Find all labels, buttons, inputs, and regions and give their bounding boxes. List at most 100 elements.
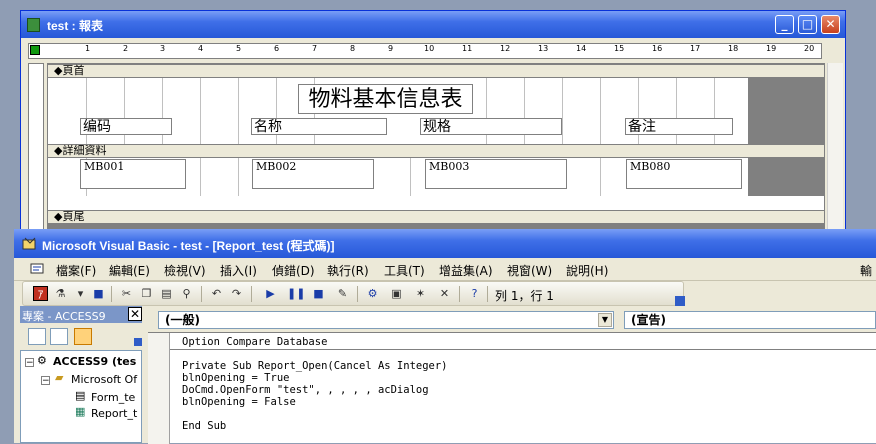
code-line[interactable]: End Sub xyxy=(182,420,226,432)
object-combo[interactable]: (一般) ▼ xyxy=(158,311,614,329)
close-button[interactable]: ✕ xyxy=(821,15,840,34)
copy-icon[interactable]: ❐ xyxy=(139,286,154,301)
label-code[interactable]: 编码 xyxy=(80,118,172,135)
ruler-tick: 20 xyxy=(804,44,815,53)
code-line[interactable]: Private Sub Report_Open(Cancel As Intege… xyxy=(182,360,448,372)
tree-item-objects-folder[interactable]: Microsoft Of xyxy=(71,373,137,386)
report-vertical-scrollbar[interactable] xyxy=(827,63,843,239)
collapse-icon[interactable]: − xyxy=(41,376,50,386)
unused-area xyxy=(748,78,824,144)
ruler-tick: 10 xyxy=(424,44,435,53)
properties-icon[interactable]: ▣ xyxy=(389,286,404,301)
report-title-label[interactable]: 物料基本信息表 xyxy=(298,84,473,114)
ruler-tick: 13 xyxy=(538,44,549,53)
menu-truncated-item[interactable]: 輸 xyxy=(860,262,872,279)
collapse-icon[interactable]: − xyxy=(25,358,34,368)
tree-item-project[interactable]: ACCESS9 (tes xyxy=(53,355,136,368)
view-code-button[interactable] xyxy=(28,328,46,345)
pause-icon[interactable]: ❚❚ xyxy=(287,286,305,301)
code-window-icon[interactable] xyxy=(30,262,44,275)
toolbar-separator xyxy=(487,286,488,302)
insert-module-icon[interactable]: ⚗ xyxy=(53,286,68,301)
code-line[interactable]: Option Compare Database xyxy=(182,336,327,348)
menu-edit[interactable]: 編輯(E) xyxy=(109,262,150,279)
page-footer-band[interactable]: ◆頁尾 xyxy=(48,210,824,224)
field-remark[interactable]: MB080 xyxy=(626,159,742,189)
code-line[interactable]: DoCmd.OpenForm "test", , , , , acDialog xyxy=(182,384,429,396)
vb-titlebar[interactable]: Microsoft Visual Basic - test - [Report_… xyxy=(14,229,876,258)
toolbar-options-chevron-icon[interactable] xyxy=(675,296,685,306)
ruler-tick: 19 xyxy=(766,44,777,53)
paste-icon[interactable]: ▤ xyxy=(159,286,174,301)
tree-item-form[interactable]: Form_te xyxy=(91,391,135,404)
menu-insert[interactable]: 插入(I) xyxy=(220,262,257,279)
page-header-band[interactable]: ◆頁首 xyxy=(48,64,824,78)
run-icon[interactable]: ▶ xyxy=(263,286,278,301)
minimize-button[interactable]: _ xyxy=(775,15,794,34)
label-name[interactable]: 名称 xyxy=(251,118,387,135)
detail-band[interactable]: ◆詳細資料 xyxy=(48,144,824,158)
project-close-button[interactable]: ✕ xyxy=(128,307,142,321)
view-object-button[interactable] xyxy=(50,328,68,345)
detail-label: ◆詳細資料 xyxy=(54,144,107,157)
menu-window[interactable]: 視窗(W) xyxy=(507,262,552,279)
code-line[interactable]: blnOpening = False xyxy=(182,396,296,408)
grid-line xyxy=(238,78,239,144)
code-combo-bar: (一般) ▼ (宣告) xyxy=(148,308,876,332)
project-explorer-toolbar xyxy=(20,324,142,350)
menu-run[interactable]: 執行(R) xyxy=(327,262,369,279)
report-icon: ▦ xyxy=(75,405,86,418)
procedure-combo[interactable]: (宣告) xyxy=(624,311,876,329)
reset-icon[interactable]: ■ xyxy=(311,286,326,301)
cut-icon[interactable]: ✂ xyxy=(119,286,134,301)
redo-icon[interactable]: ↷ xyxy=(229,286,244,301)
help-icon[interactable]: ? xyxy=(467,286,482,301)
menu-view[interactable]: 檢視(V) xyxy=(164,262,206,279)
report-window-title: test : 報表 xyxy=(47,19,104,33)
object-combo-value: (一般) xyxy=(165,313,200,327)
find-icon[interactable]: ⚲ xyxy=(179,286,194,301)
code-margin[interactable] xyxy=(148,333,170,444)
label-spec[interactable]: 规格 xyxy=(420,118,562,135)
view-access-button[interactable]: ｱ xyxy=(33,286,48,301)
ruler-tick: 16 xyxy=(652,44,663,53)
vb-editor-window: Microsoft Visual Basic - test - [Report_… xyxy=(14,229,876,444)
chevron-down-icon[interactable]: ▼ xyxy=(598,313,612,327)
project-explorer-icon[interactable]: ⚙ xyxy=(365,286,380,301)
horizontal-ruler[interactable]: 1 2 3 4 5 6 7 8 9 10 11 12 13 14 15 16 1… xyxy=(28,43,822,59)
ruler-tick: 7 xyxy=(312,44,318,53)
dropdown-arrow-icon[interactable]: ▾ xyxy=(73,286,88,301)
report-window-titlebar[interactable]: test : 報表 _ □ ✕ xyxy=(21,11,845,38)
code-editor[interactable]: Option Compare Database Private Sub Repo… xyxy=(148,332,876,444)
report-canvas[interactable]: ◆頁首 物料基本信息表 编码 名称 规格 备注 ◆詳細資料 MB001 MB00… xyxy=(47,63,825,239)
undo-icon[interactable]: ↶ xyxy=(209,286,224,301)
ruler-tick: 17 xyxy=(690,44,701,53)
grid-line xyxy=(200,78,201,144)
vb-window-title: Microsoft Visual Basic - test - [Report_… xyxy=(42,239,335,253)
project-explorer-header[interactable]: 專案 - ACCESS9 ✕ xyxy=(20,306,142,323)
tree-item-report[interactable]: Report_t xyxy=(91,407,137,420)
save-icon[interactable]: ■ xyxy=(91,286,106,301)
toggle-folders-button[interactable] xyxy=(74,328,92,345)
menu-addins[interactable]: 增益集(A) xyxy=(439,262,493,279)
label-remark[interactable]: 备注 xyxy=(625,118,733,135)
toolbox-icon[interactable]: ✕ xyxy=(437,286,452,301)
maximize-button[interactable]: □ xyxy=(798,15,817,34)
menu-tools[interactable]: 工具(T) xyxy=(384,262,425,279)
grid-line xyxy=(562,78,563,144)
code-line[interactable]: blnOpening = True xyxy=(182,372,289,384)
project-explorer-title: 專案 - ACCESS9 xyxy=(22,310,106,323)
ruler-tick: 1 xyxy=(85,44,91,53)
menu-file[interactable]: 檔案(F) xyxy=(56,262,96,279)
vertical-ruler[interactable] xyxy=(28,63,44,239)
field-spec[interactable]: MB003 xyxy=(425,159,567,189)
report-selector[interactable] xyxy=(30,45,40,55)
design-mode-icon[interactable]: ✎ xyxy=(335,286,350,301)
menu-debug[interactable]: 偵錯(D) xyxy=(272,262,315,279)
project-icon: ⚙ xyxy=(37,354,47,367)
field-name[interactable]: MB002 xyxy=(252,159,374,189)
object-browser-icon[interactable]: ✶ xyxy=(413,286,428,301)
toolbar-chevron-icon[interactable] xyxy=(134,338,142,346)
menu-help[interactable]: 說明(H) xyxy=(566,262,608,279)
field-code[interactable]: MB001 xyxy=(80,159,186,189)
